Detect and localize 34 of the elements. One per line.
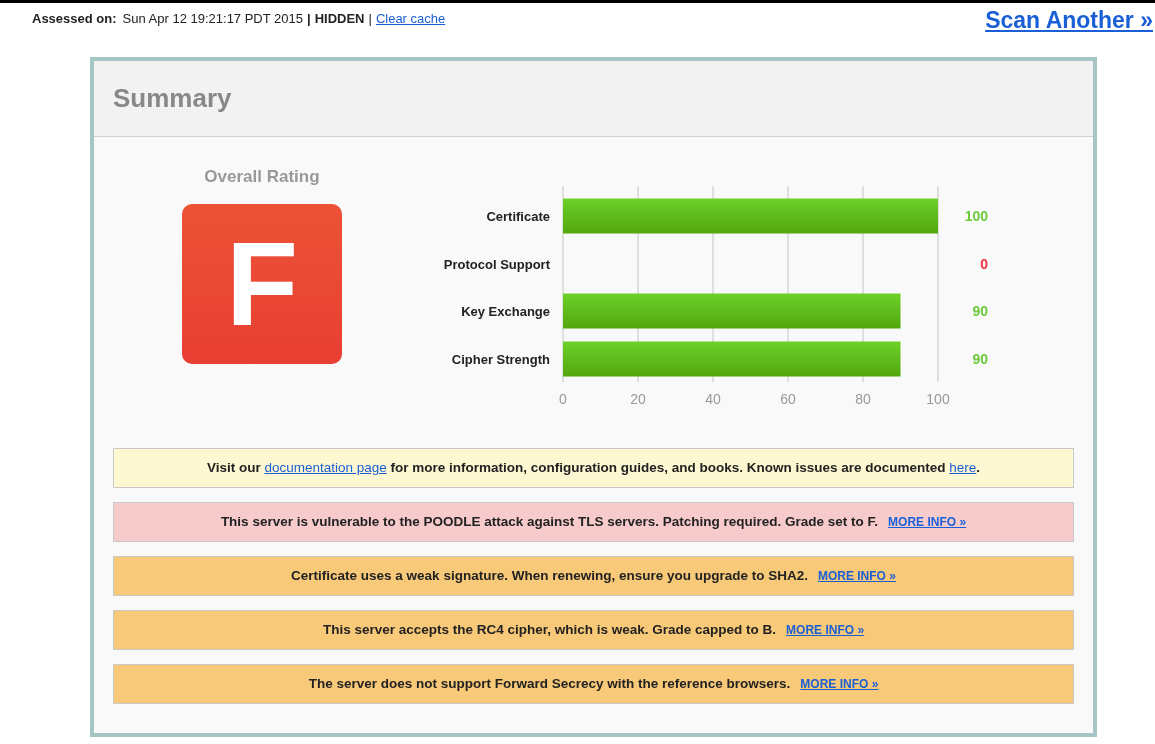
separator: | bbox=[368, 10, 372, 28]
assessed-date: Sun Apr 12 19:21:17 PDT 2015 bbox=[122, 10, 303, 28]
more-info-link[interactable]: MORE INFO » bbox=[888, 513, 967, 531]
axis-tick-label: 40 bbox=[705, 391, 721, 407]
notice-text: Visit our documentation page for more information, configuration guides, and books. Known issues are documented here. bbox=[206, 458, 981, 477]
summary-title: Summary bbox=[113, 82, 232, 115]
clear-cache-link[interactable]: Clear cache bbox=[375, 9, 446, 29]
notice-text: Certificate uses a weak signature. When renewing, ensure you upgrade to SHA2. bbox=[291, 566, 808, 585]
overall-rating-label: Overall Rating bbox=[204, 166, 320, 188]
assessed-label: Assessed on: bbox=[32, 10, 117, 28]
grade-badge: F bbox=[182, 203, 342, 364]
category-label: Cipher Strength bbox=[451, 352, 550, 367]
axis-tick-label: 60 bbox=[780, 391, 796, 407]
axis-tick-label: 20 bbox=[630, 391, 646, 407]
axis-tick-label: 80 bbox=[855, 391, 871, 407]
score-value: 0 bbox=[980, 256, 988, 272]
notice-text: The server does not support Forward Secrecy with the reference browsers. bbox=[308, 674, 791, 693]
more-info-link[interactable]: MORE INFO » bbox=[800, 675, 879, 693]
category-label: Protocol Support bbox=[443, 257, 550, 272]
separator: | bbox=[307, 10, 311, 28]
more-info-link[interactable]: MORE INFO » bbox=[786, 621, 865, 639]
category-label: Certificate bbox=[486, 209, 550, 224]
axis-tick-label: 0 bbox=[559, 391, 567, 407]
score-value: 90 bbox=[972, 303, 988, 319]
axis-tick-label: 100 bbox=[926, 391, 950, 407]
notice-text: This server accepts the RC4 cipher, which is weak. Grade capped to B. bbox=[322, 620, 777, 639]
notice-link[interactable]: documentation page bbox=[264, 459, 387, 475]
category-label: Key Exchange bbox=[461, 304, 550, 319]
visibility-label: HIDDEN bbox=[314, 10, 365, 28]
scan-another-link[interactable]: Scan Another » bbox=[985, 3, 1155, 38]
notice-text: This server is vulnerable to the POODLE attack against TLS servers. Patching required. Grade set to F. bbox=[220, 512, 879, 531]
score-value: 100 bbox=[964, 208, 988, 224]
score-value: 90 bbox=[972, 351, 988, 367]
more-info-link[interactable]: MORE INFO » bbox=[817, 567, 896, 585]
